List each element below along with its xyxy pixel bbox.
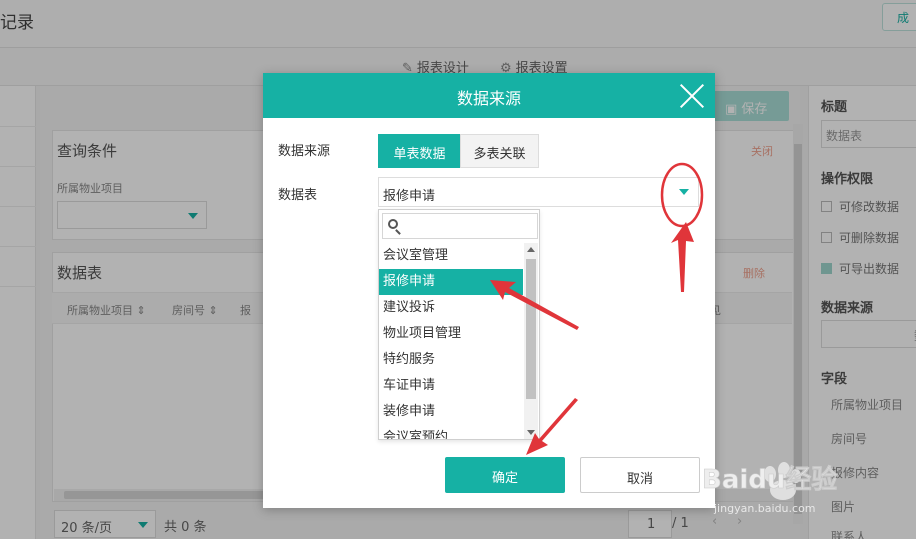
- dropdown-search[interactable]: [382, 213, 538, 239]
- dropdown-scrollbar[interactable]: [524, 243, 538, 439]
- close-icon[interactable]: [679, 83, 705, 109]
- scroll-down-icon[interactable]: [527, 430, 535, 435]
- source-field-label: 数据来源: [278, 144, 331, 159]
- cancel-button[interactable]: 取消: [580, 457, 700, 493]
- dropdown-option[interactable]: 会议室预约: [379, 425, 523, 439]
- dropdown-list: 会议室管理 报修申请 建议投诉 物业项目管理 特约服务 车证申请 装修申请 会议…: [379, 243, 523, 439]
- dialog-title: 数据来源: [456, 89, 521, 108]
- single-table-button[interactable]: 单表数据: [378, 134, 461, 168]
- dropdown-option[interactable]: 会议室管理: [379, 243, 523, 269]
- dialog-header: 数据来源: [263, 73, 715, 118]
- dropdown-option[interactable]: 建议投诉: [379, 295, 523, 321]
- table-dropdown: 会议室管理 报修申请 建议投诉 物业项目管理 特约服务 车证申请 装修申请 会议…: [378, 209, 540, 440]
- watermark-brand: Baidu经验: [702, 464, 837, 495]
- dropdown-option[interactable]: 车证申请: [379, 373, 523, 399]
- table-field-label: 数据表: [278, 188, 318, 203]
- search-input[interactable]: [403, 216, 533, 236]
- table-select[interactable]: 报修申请: [378, 177, 699, 207]
- dropdown-option[interactable]: 特约服务: [379, 347, 523, 373]
- data-source-dialog: 数据来源 数据来源 单表数据 多表关联 数据表 报修申请 会议室管理 报修申请 …: [263, 73, 715, 508]
- ok-button[interactable]: 确定: [445, 457, 565, 493]
- scroll-up-icon[interactable]: [527, 247, 535, 252]
- scroll-thumb[interactable]: [526, 259, 536, 399]
- watermark-url: jingyan.baidu.com: [713, 502, 816, 515]
- dropdown-option[interactable]: 物业项目管理: [379, 321, 523, 347]
- table-select-value: 报修申请: [383, 189, 436, 204]
- baidu-watermark: Baidu经验 jingyan.baidu.com: [702, 462, 838, 515]
- multi-table-button[interactable]: 多表关联: [460, 134, 539, 168]
- search-icon: [388, 219, 398, 229]
- dropdown-option[interactable]: 装修申请: [379, 399, 523, 425]
- chevron-down-icon[interactable]: [679, 189, 689, 195]
- dropdown-option-selected[interactable]: 报修申请: [379, 269, 523, 295]
